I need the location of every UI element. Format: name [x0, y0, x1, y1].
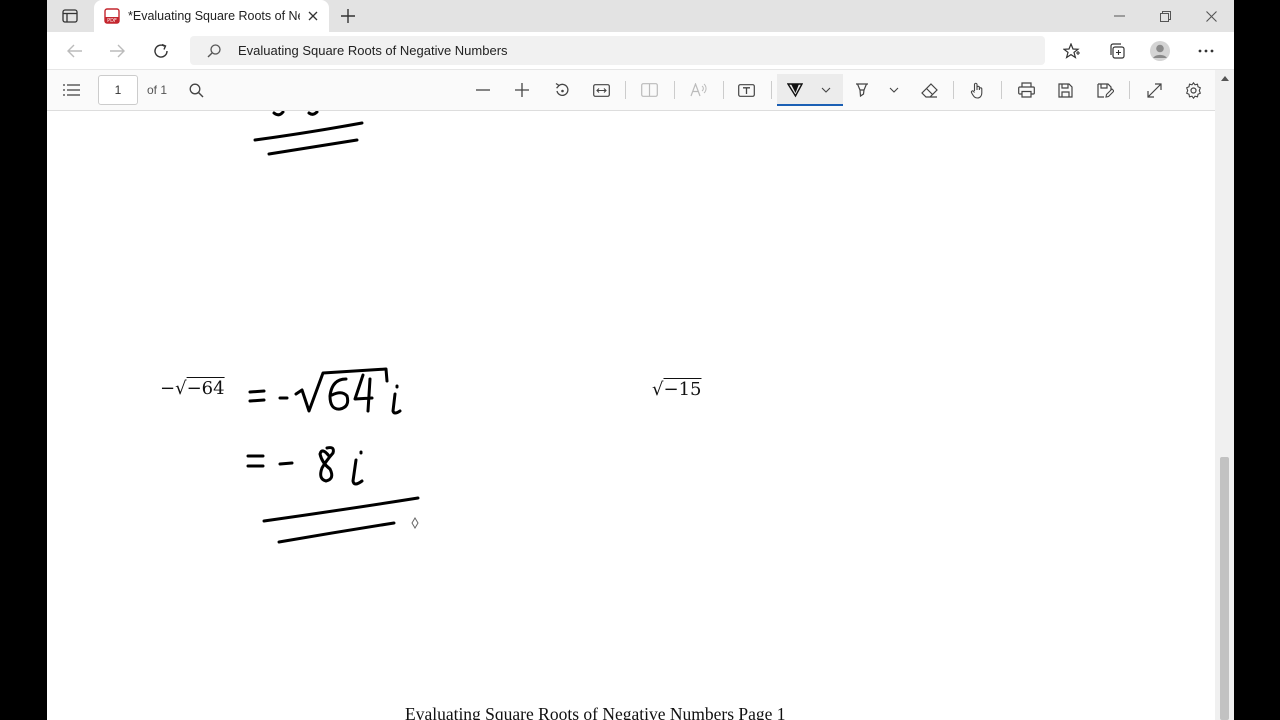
- address-text: Evaluating Square Roots of Negative Numb…: [238, 43, 508, 58]
- toolbar-divider: [1129, 81, 1130, 99]
- ink-underline: [267, 138, 359, 156]
- toolbar-divider: [723, 81, 724, 99]
- page-total: of 1: [147, 83, 168, 97]
- ink-stroke: [272, 111, 285, 117]
- save-icon[interactable]: [1055, 78, 1075, 102]
- new-tab-icon[interactable]: [337, 6, 359, 26]
- profile-avatar-icon[interactable]: [1146, 38, 1174, 64]
- ink-underline: [277, 521, 396, 544]
- find-icon[interactable]: [186, 78, 206, 102]
- table-of-contents-icon[interactable]: [61, 78, 81, 102]
- toolbar-divider: [1001, 81, 1002, 99]
- favorites-icon[interactable]: [1058, 38, 1086, 64]
- toolbar-divider: [625, 81, 626, 99]
- page-number-input[interactable]: 1: [98, 75, 138, 105]
- ink-i: [351, 458, 364, 486]
- page-view-icon[interactable]: [639, 78, 659, 102]
- ink-underline: [253, 121, 364, 142]
- ink-digit-8: [318, 446, 335, 483]
- highlight-icon[interactable]: [852, 78, 872, 102]
- forward-icon[interactable]: [103, 38, 131, 64]
- draw-options-chevron-icon[interactable]: [819, 78, 833, 102]
- tab-actions-icon[interactable]: [57, 6, 83, 26]
- draw-icon[interactable]: [785, 78, 805, 102]
- search-icon: [204, 41, 224, 61]
- tab-strip: PDF *Evaluating Square Roots of Negative…: [47, 0, 1234, 32]
- more-options-icon[interactable]: [1192, 38, 1220, 64]
- toolbar-divider: [953, 81, 954, 99]
- svg-text:PDF: PDF: [107, 18, 117, 24]
- handwritten-ink: [246, 111, 420, 544]
- tab-active[interactable]: PDF *Evaluating Square Roots of Negative…: [94, 0, 329, 32]
- ink-radical: [294, 367, 389, 413]
- ink-equals: [248, 398, 266, 403]
- save-as-icon[interactable]: [1095, 78, 1115, 102]
- zoom-in-icon[interactable]: [512, 78, 532, 102]
- highlight-options-chevron-icon[interactable]: [887, 78, 901, 102]
- ink-stroke: [307, 111, 319, 116]
- add-text-icon[interactable]: [736, 78, 756, 102]
- minimize-icon[interactable]: [1097, 4, 1141, 28]
- ink-digit-6: [328, 377, 350, 411]
- toolbar-divider: [674, 81, 675, 99]
- restore-icon[interactable]: [1143, 4, 1187, 28]
- vertical-scrollbar[interactable]: [1215, 70, 1234, 720]
- pdf-icon: PDF: [104, 8, 120, 24]
- navigation-bar: Evaluating Square Roots of Negative Numb…: [47, 32, 1234, 70]
- close-window-icon[interactable]: [1189, 4, 1233, 28]
- zoom-out-icon[interactable]: [473, 78, 493, 102]
- eraser-icon[interactable]: [919, 78, 939, 102]
- page-footer: Evaluating Square Roots of Negative Numb…: [405, 704, 786, 720]
- ink-underline: [262, 496, 420, 523]
- rotate-icon[interactable]: [552, 78, 572, 102]
- fit-to-width-icon[interactable]: [591, 78, 611, 102]
- browser-window: PDF *Evaluating Square Roots of Negative…: [47, 0, 1234, 720]
- scrollbar-thumb[interactable]: [1220, 457, 1229, 720]
- ink-digit-4: [353, 373, 374, 413]
- close-tab-icon[interactable]: [305, 8, 321, 24]
- refresh-icon[interactable]: [147, 38, 175, 64]
- pen-cursor-icon: [411, 517, 419, 529]
- ink-minus: [278, 461, 294, 466]
- pdf-toolbar: 1 of 1: [47, 70, 1234, 111]
- tab-title: *Evaluating Square Roots of Negative Num…: [128, 9, 300, 23]
- address-bar[interactable]: Evaluating Square Roots of Negative Numb…: [190, 36, 1045, 65]
- settings-gear-icon[interactable]: [1183, 78, 1203, 102]
- pdf-page[interactable]: −√−64 √−15 Evaluating Square Roots of Ne…: [47, 111, 1215, 720]
- scroll-up-arrow-icon[interactable]: [1220, 74, 1229, 82]
- toolbar-divider: [771, 81, 772, 99]
- ink-equals: [248, 389, 266, 394]
- back-icon[interactable]: [61, 38, 89, 64]
- fullscreen-icon[interactable]: [1144, 78, 1164, 102]
- ink-i: [391, 392, 402, 415]
- read-aloud-icon[interactable]: [688, 78, 708, 102]
- print-icon[interactable]: [1016, 78, 1036, 102]
- touch-mode-icon[interactable]: [967, 78, 987, 102]
- collections-icon[interactable]: [1102, 38, 1130, 64]
